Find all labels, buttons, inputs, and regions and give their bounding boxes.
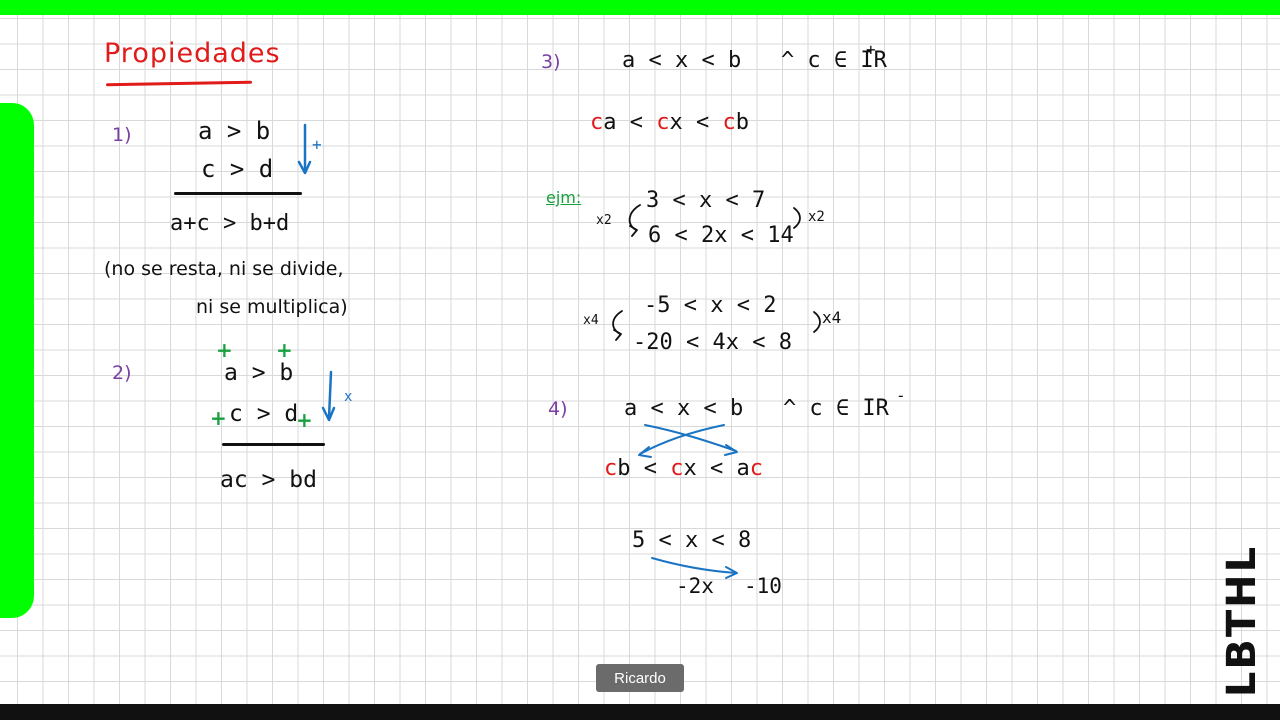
property-3-condition: a < x < b ^ c ∈ IR bbox=[622, 48, 887, 73]
bottom-bar bbox=[0, 704, 1280, 720]
top-green-bar bbox=[0, 0, 1280, 15]
property-4-condition: a < x < b ^ c ∈ IR bbox=[624, 396, 889, 421]
example-2-right-multiplier: x4 bbox=[822, 308, 842, 327]
result-text: x < bbox=[669, 110, 723, 135]
property-2-divider bbox=[222, 443, 325, 446]
plus-sign-3: + bbox=[210, 406, 227, 430]
property-1-arrow-mark: + bbox=[312, 135, 322, 154]
plus-sign-1: + bbox=[216, 338, 233, 362]
example-1-bottom: 6 < 2x < 14 bbox=[648, 223, 794, 248]
property-1-line2: c > d bbox=[201, 155, 274, 183]
result-text: a < bbox=[603, 110, 657, 135]
example-label: ejm: bbox=[546, 188, 582, 207]
result-constant: c bbox=[656, 110, 670, 135]
result-text: b < bbox=[617, 456, 671, 481]
property-3-result: ca < cx < cb bbox=[590, 112, 749, 134]
example-1-right-multiplier: x2 bbox=[808, 209, 825, 225]
side-green-tab bbox=[0, 103, 34, 618]
property-4-superscript: - bbox=[896, 386, 906, 405]
result-text: x < a bbox=[683, 456, 750, 481]
result-constant: c bbox=[604, 456, 618, 481]
result-constant: c bbox=[590, 110, 604, 135]
plus-sign-2: + bbox=[276, 338, 293, 362]
property-1-number: 1) bbox=[112, 124, 132, 146]
property-2-arrow-mark: x bbox=[344, 389, 353, 405]
property-3-number: 3) bbox=[541, 51, 561, 73]
example-2-left-multiplier: x4 bbox=[583, 313, 599, 328]
example-2-bottom: -20 < 4x < 8 bbox=[633, 330, 792, 355]
result-text: b bbox=[735, 110, 749, 135]
property-1-note-line2: ni se multiplica) bbox=[196, 296, 348, 318]
property-1-note-line1: (no se resta, ni se divide, bbox=[104, 258, 344, 280]
property-2-line1: a > b bbox=[224, 360, 294, 386]
property-2-result: ac > bd bbox=[220, 467, 317, 493]
property-1-line1: a > b bbox=[198, 117, 271, 145]
property-2-line2: c > d bbox=[229, 401, 299, 427]
property-4-example-left: -2x bbox=[676, 574, 714, 598]
property-4-example-right: -10 bbox=[744, 574, 782, 598]
logo-text: LBTHL bbox=[1219, 544, 1266, 698]
plus-sign-4: + bbox=[296, 408, 313, 432]
property-4-number: 4) bbox=[548, 398, 568, 420]
example-1-top: 3 < x < 7 bbox=[646, 188, 766, 213]
result-constant: c bbox=[670, 456, 684, 481]
property-1-result: a+c > b+d bbox=[170, 211, 290, 236]
example-2-top: -5 < x < 2 bbox=[644, 293, 777, 318]
page-title: Propiedades bbox=[104, 38, 281, 69]
participant-name-tag: Ricardo bbox=[596, 664, 684, 692]
property-1-divider bbox=[174, 192, 302, 195]
property-4-example-top: 5 < x < 8 bbox=[632, 528, 752, 553]
example-1-left-multiplier: x2 bbox=[596, 213, 612, 228]
channel-logo: LBTHL bbox=[1219, 545, 1265, 697]
property-4-result: cb < cx < ac bbox=[604, 458, 763, 480]
property-2-number: 2) bbox=[112, 362, 132, 384]
result-constant: c bbox=[749, 456, 763, 481]
property-3-superscript: + bbox=[866, 40, 876, 59]
result-constant: c bbox=[722, 110, 736, 135]
